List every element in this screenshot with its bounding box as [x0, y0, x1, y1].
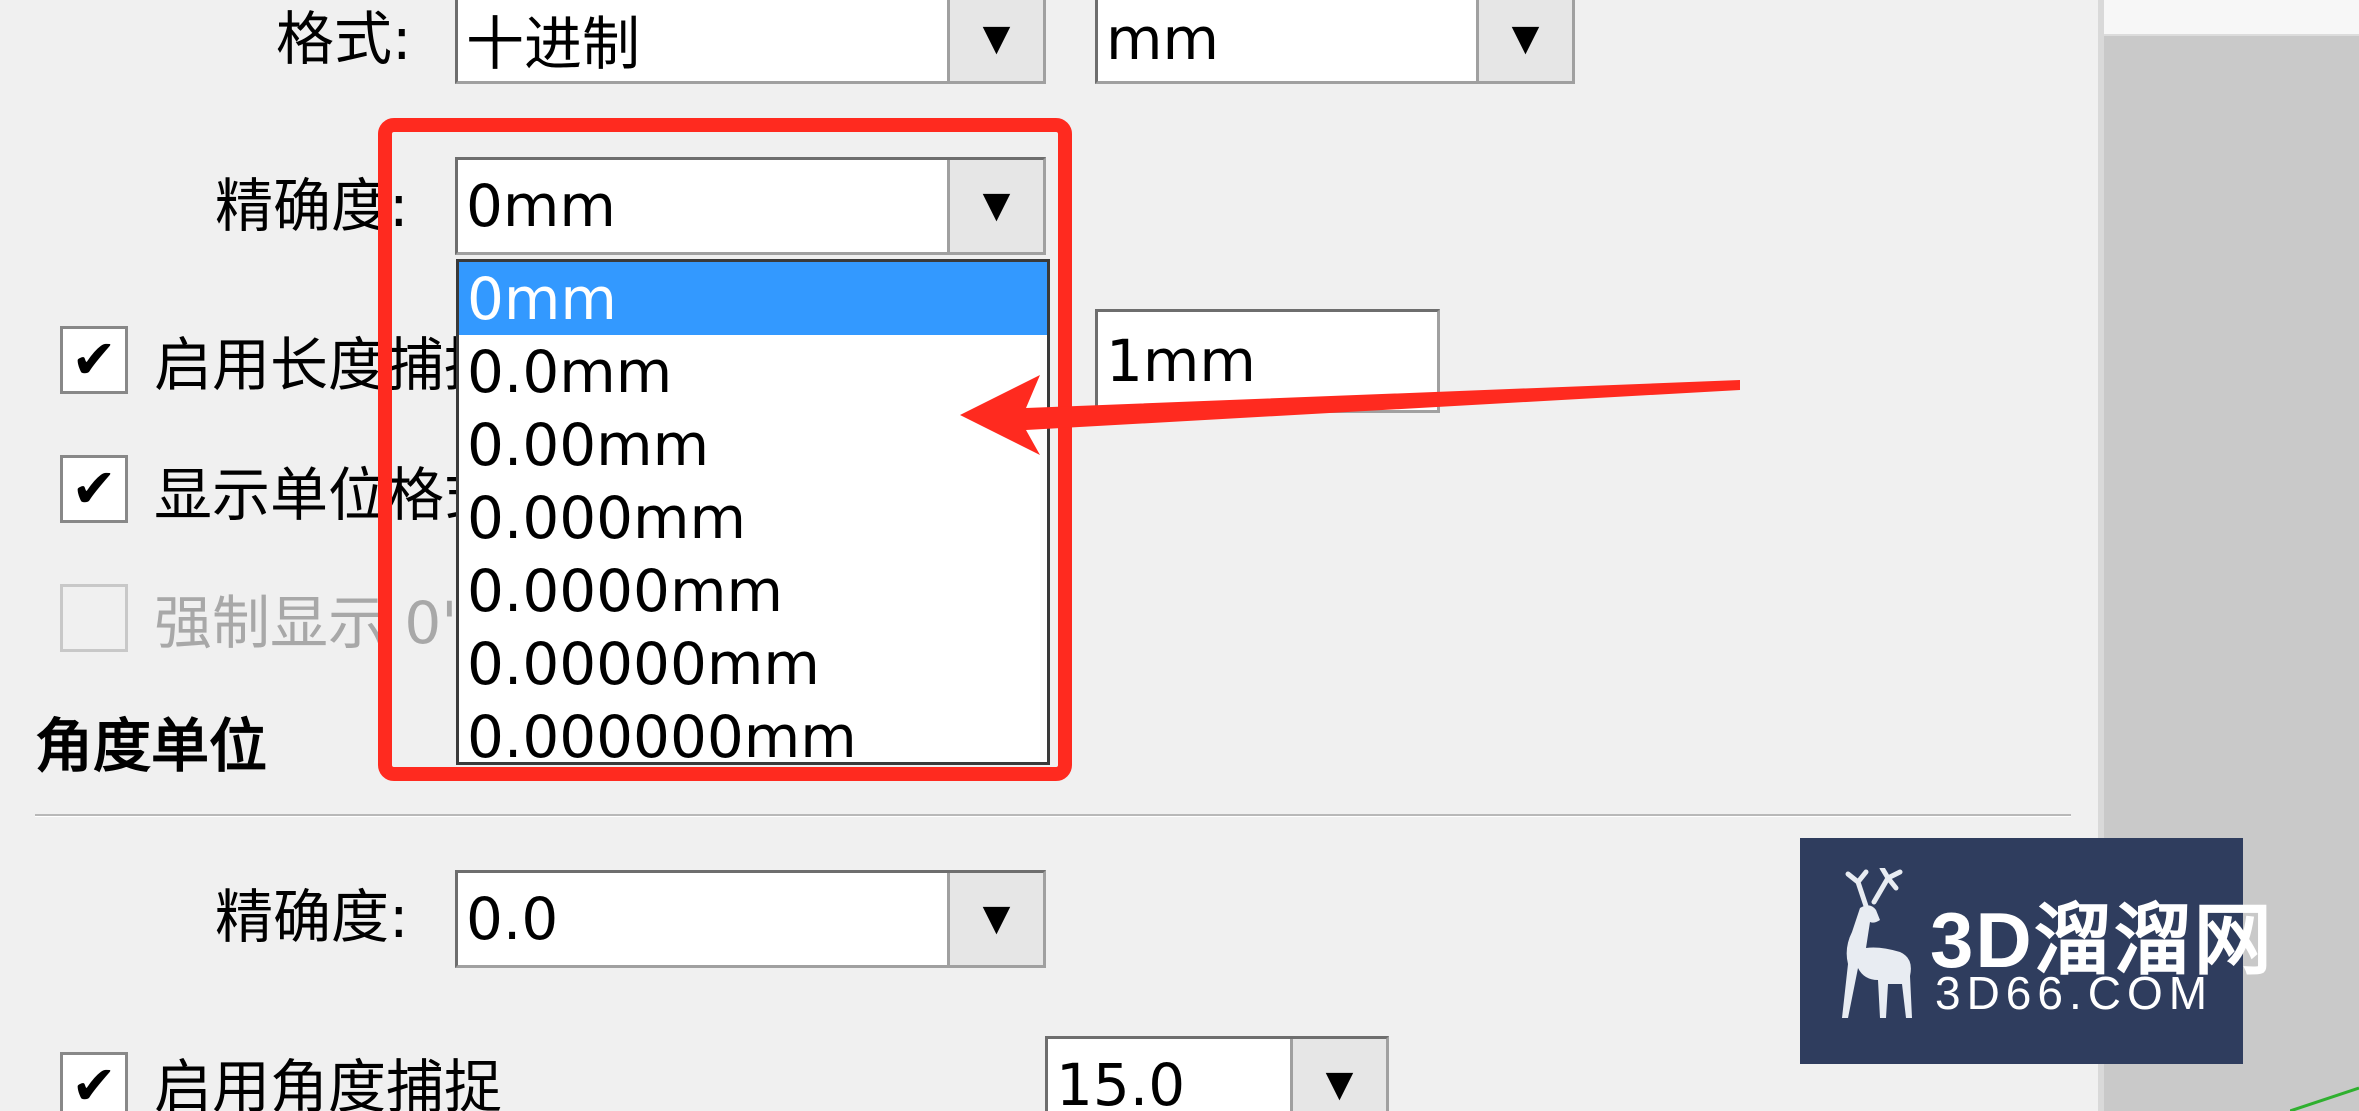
angle-precision-combobox[interactable]: 0.0 ▼	[455, 870, 1046, 968]
angle-units-heading: 角度单位	[35, 712, 268, 780]
chevron-down-icon[interactable]: ▼	[1290, 1039, 1386, 1111]
chevron-down-icon[interactable]: ▼	[1476, 0, 1572, 81]
checkmark-icon: ✔	[71, 328, 117, 391]
format-combobox[interactable]: 十进制 ▼	[455, 0, 1046, 84]
annotation-arrow-icon	[960, 375, 1740, 455]
format-value: 十进制	[466, 10, 641, 78]
deer-icon	[1842, 868, 1912, 1018]
unit-combobox[interactable]: mm ▼	[1095, 0, 1575, 84]
watermark-subtitle: 3D66.COM	[1935, 967, 2214, 1019]
force-show-checkbox[interactable]	[60, 584, 128, 652]
angle-snap-label: 启用角度捕捉	[154, 1053, 503, 1111]
chevron-down-icon[interactable]: ▼	[947, 873, 1043, 965]
angle-snap-value: 15.0	[1056, 1051, 1186, 1111]
unit-value: mm	[1106, 5, 1219, 73]
angle-precision-label: 精确度:	[215, 883, 409, 951]
viewport-axis-line	[2290, 1086, 2359, 1111]
checkmark-icon: ✔	[71, 1054, 117, 1111]
viewport-toolbar	[2102, 0, 2359, 36]
chevron-down-icon[interactable]: ▼	[947, 0, 1043, 81]
angle-snap-checkbox[interactable]: ✔	[60, 1052, 128, 1111]
angle-precision-value: 0.0	[466, 885, 559, 953]
format-label: 格式:	[276, 5, 412, 73]
section-divider	[35, 814, 2071, 817]
angle-snap-combobox[interactable]: 15.0 ▼	[1045, 1036, 1389, 1111]
watermark-logo: 3D溜溜网 3D66.COM	[1800, 838, 2272, 1064]
checkmark-icon: ✔	[71, 457, 117, 520]
length-snap-checkbox[interactable]: ✔	[60, 326, 128, 394]
show-unit-format-checkbox[interactable]: ✔	[60, 455, 128, 523]
